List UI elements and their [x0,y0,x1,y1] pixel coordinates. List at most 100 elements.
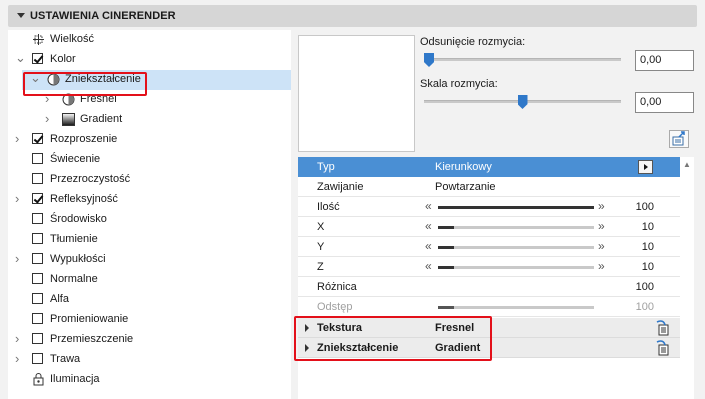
channel-checkbox[interactable] [32,53,43,64]
vertical-scrollbar[interactable]: ▲ [682,160,692,394]
tree-item[interactable]: › Trawa [8,350,291,370]
param-slider-fill [438,266,454,269]
param-slider[interactable] [438,246,594,249]
blur-scale-label: Skala rozmycia: [420,78,498,90]
channel-checkbox[interactable] [32,273,43,284]
chevron-right-icon[interactable]: › [15,131,19,146]
channel-checkbox[interactable] [32,253,43,264]
decrease-arrow-icon[interactable]: « [425,219,432,233]
tree-item-label: Tłumienie [50,233,98,245]
param-number[interactable]: 100 [636,281,654,293]
tree-item[interactable]: Alfa [8,290,291,310]
scroll-up-icon[interactable]: ▲ [683,160,691,169]
decrease-arrow-icon[interactable]: « [425,239,432,253]
increase-arrow-icon[interactable]: » [598,199,605,213]
channel-checkbox[interactable] [32,313,43,324]
chevron-right-icon[interactable]: › [15,251,19,266]
tree-item[interactable]: Iluminacja [8,370,291,390]
param-slider[interactable] [438,206,594,209]
tree-item[interactable]: Przezroczystość [8,170,291,190]
chevron-right-icon[interactable]: › [15,331,19,346]
tree-item-label: Gradient [80,113,123,125]
import-icon[interactable] [656,320,670,336]
channel-checkbox[interactable] [32,173,43,184]
param-number[interactable]: 100 [636,201,654,213]
channel-checkbox[interactable] [32,353,43,364]
blur-offset-thumb[interactable] [424,53,434,67]
tree-item[interactable]: › Gradient [8,110,291,130]
tree-item[interactable]: › Rozproszenie [8,130,291,150]
param-label: Odstęp [317,301,353,313]
chevron-down-icon[interactable]: ⌄ [15,50,26,66]
tree-item[interactable]: Świecenie [8,150,291,170]
channel-checkbox[interactable] [32,333,43,344]
highlight-box-tree [23,72,147,96]
tree-item[interactable]: Normalne [8,270,291,290]
blur-offset-input[interactable]: 0,00 [635,50,694,71]
tree-item[interactable]: › Wypukłości [8,250,291,270]
channel-checkbox[interactable] [32,133,43,144]
param-number[interactable]: 10 [642,261,654,273]
param-row[interactable]: Z « » 10 [298,257,680,277]
collapse-arrow-icon[interactable] [17,13,25,18]
tree-item[interactable]: Promieniowanie [8,310,291,330]
param-slider-fill [438,226,454,229]
tree-item-label: Przezroczystość [50,173,131,185]
tree-item-label: Normalne [50,273,98,285]
tree-item-label: Środowisko [50,213,107,225]
param-value[interactable]: Powtarzanie [435,181,496,193]
param-number[interactable]: 10 [642,221,654,233]
blur-offset-slider[interactable] [424,53,621,67]
tree-item[interactable]: Wielkość [8,30,291,50]
size-arrows-icon [33,34,44,45]
chevron-right-icon[interactable]: › [45,111,49,126]
increase-arrow-icon[interactable]: » [598,219,605,233]
tree-item[interactable]: › Refleksyjność [8,190,291,210]
section-header[interactable]: USTAWIENIA CINERENDER [8,5,697,27]
type-menu-button[interactable] [638,160,653,174]
param-slider-fill [438,306,454,309]
parameters-table: Typ Kierunkowy Zawijanie Powtarzanie Ilość « »… [298,157,694,399]
channel-checkbox[interactable] [32,213,43,224]
param-row[interactable]: Zawijanie Powtarzanie [298,177,680,197]
tree-item[interactable]: ⌄ Kolor [8,50,291,70]
param-row[interactable]: Różnica 100 [298,277,680,297]
blur-scale-slider[interactable] [424,95,621,109]
param-value: Kierunkowy [435,161,492,173]
decrease-arrow-icon[interactable]: « [425,259,432,273]
tree-item[interactable]: Tłumienie [8,230,291,250]
chevron-right-icon[interactable]: › [15,351,19,366]
import-icon[interactable] [656,340,670,356]
channel-checkbox[interactable] [32,193,43,204]
tree-item-label: Refleksyjność [50,193,118,205]
tree-item[interactable]: › Przemieszczenie [8,330,291,350]
param-row[interactable]: X « » 10 [298,217,680,237]
param-slider[interactable] [438,226,594,229]
channel-checkbox[interactable] [32,153,43,164]
param-slider[interactable] [438,306,594,309]
chevron-right-icon[interactable]: › [15,191,19,206]
gradient-icon [62,113,75,126]
param-number[interactable]: 100 [636,301,654,313]
param-slider-fill [438,246,454,249]
tree-item-label: Trawa [50,353,81,365]
param-row[interactable]: Typ Kierunkowy [298,157,680,177]
param-label: X [317,221,325,233]
channel-checkbox[interactable] [32,293,43,304]
decrease-arrow-icon[interactable]: « [425,199,432,213]
tree-item-label: Wypukłości [50,253,106,265]
increase-arrow-icon[interactable]: » [598,259,605,273]
blur-scale-thumb[interactable] [517,95,528,109]
param-row[interactable]: Odstęp 100 [298,297,680,317]
tree-item[interactable]: Środowisko [8,210,291,230]
increase-arrow-icon[interactable]: » [598,239,605,253]
param-slider[interactable] [438,266,594,269]
param-label: Różnica [317,281,357,293]
import-button[interactable] [669,130,689,148]
blur-scale-input[interactable]: 0,00 [635,92,694,113]
param-number[interactable]: 10 [642,241,654,253]
param-row[interactable]: Y « » 10 [298,237,680,257]
tree-item-label: Świecenie [50,153,101,165]
param-row[interactable]: Ilość « » 100 [298,197,680,217]
channel-checkbox[interactable] [32,233,43,244]
